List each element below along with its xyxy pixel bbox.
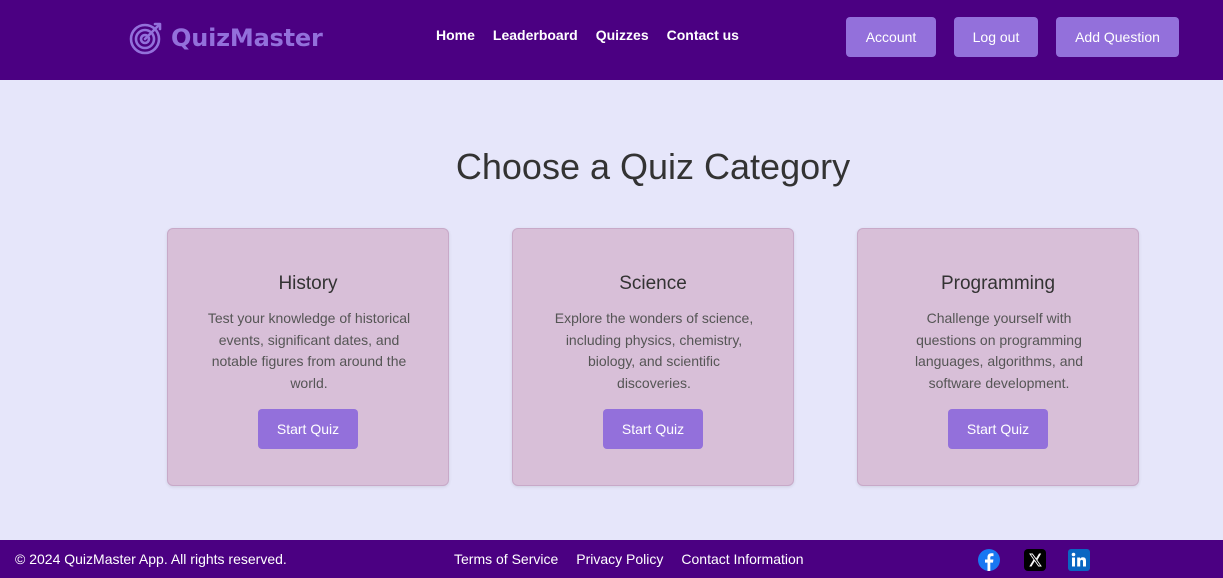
copyright-text: © 2024 QuizMaster App. All rights reserv… [15, 551, 287, 567]
brand-name: QuizMaster [171, 24, 323, 52]
footer-link-terms[interactable]: Terms of Service [454, 551, 558, 567]
card-description: Challenge yourself with questions on pro… [914, 310, 1084, 391]
account-button[interactable]: Account [846, 17, 936, 57]
brand-logo-link[interactable]: QuizMaster [129, 18, 323, 58]
top-header: QuizMaster Home Leaderboard Quizzes Cont… [0, 0, 1223, 80]
nav-link-quizzes[interactable]: Quizzes [596, 27, 649, 43]
nav-link-home[interactable]: Home [436, 27, 475, 43]
nav-link-contact-us[interactable]: Contact us [667, 27, 739, 43]
linkedin-icon[interactable] [1068, 549, 1090, 571]
facebook-icon[interactable] [978, 549, 1000, 571]
card-title: Science [619, 273, 687, 294]
page-footer: © 2024 QuizMaster App. All rights reserv… [0, 540, 1223, 578]
card-title: History [278, 273, 338, 294]
card-description: Test your knowledge of historical events… [207, 310, 411, 391]
main-nav: Home Leaderboard Quizzes Contact us [436, 27, 739, 43]
category-card-science: Science Explore the wonders of science, … [512, 228, 794, 486]
footer-link-privacy[interactable]: Privacy Policy [576, 551, 663, 567]
start-quiz-button-programming[interactable]: Start Quiz [948, 409, 1048, 449]
target-arrow-icon [129, 22, 162, 55]
start-quiz-button-science[interactable]: Start Quiz [603, 409, 703, 449]
add-question-button[interactable]: Add Question [1056, 17, 1179, 57]
start-quiz-button-history[interactable]: Start Quiz [258, 409, 358, 449]
category-card-programming: Programming Challenge yourself with ques… [857, 228, 1139, 486]
category-card-history: History Test your knowledge of historica… [167, 228, 449, 486]
x-twitter-icon[interactable] [1024, 549, 1046, 571]
footer-links: Terms of Service Privacy Policy Contact … [454, 551, 804, 567]
card-description: Explore the wonders of science, includin… [554, 310, 754, 391]
logout-button[interactable]: Log out [954, 17, 1038, 57]
card-title: Programming [940, 273, 1056, 294]
page-title: Choose a Quiz Category [455, 146, 851, 187]
footer-link-contact-info[interactable]: Contact Information [681, 551, 803, 567]
nav-link-leaderboard[interactable]: Leaderboard [493, 27, 578, 43]
